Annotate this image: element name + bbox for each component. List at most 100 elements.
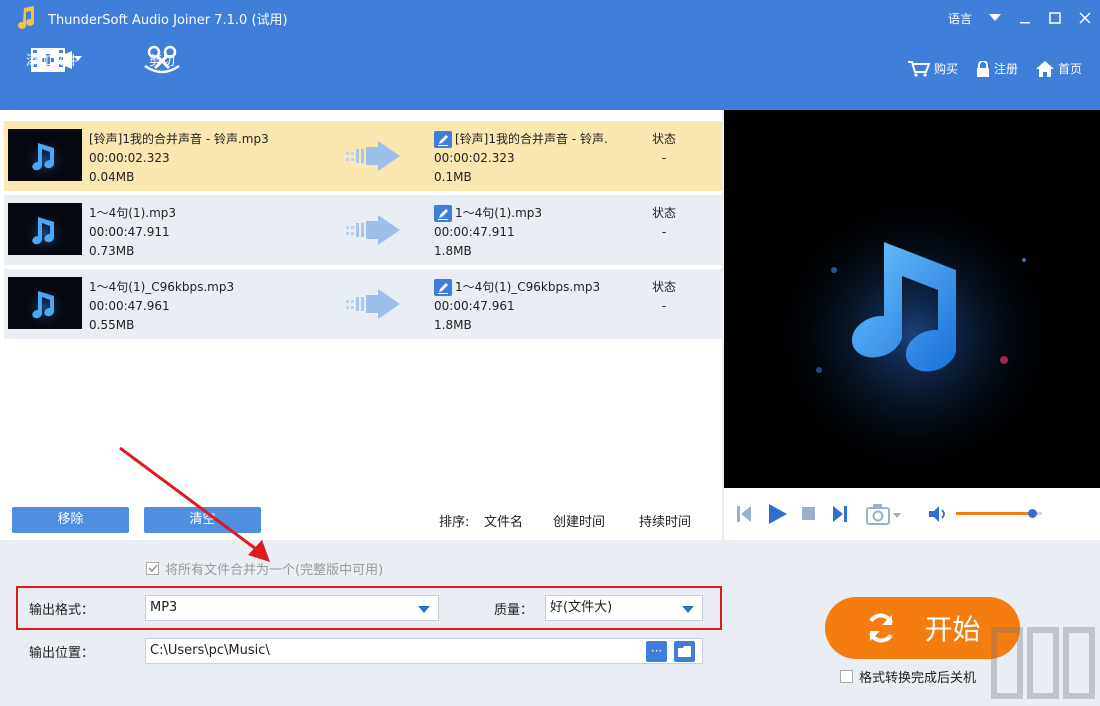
file-thumbnail (8, 129, 82, 181)
maximize-icon[interactable] (1040, 0, 1070, 36)
output-duration: 00:00:02.323 (434, 151, 515, 165)
dropdown-icon[interactable] (980, 0, 1010, 36)
register-link[interactable]: 注册 (976, 60, 1018, 77)
shutdown-checkbox[interactable] (840, 670, 853, 683)
format-select[interactable]: MP3 (145, 595, 439, 621)
output-info: 1～4句(1).mp3 00:00:47.911 1.8MB (434, 204, 542, 261)
title-bar: ThunderSoft Audio Joiner 7.1.0 (试用) 语言 (0, 0, 1100, 36)
home-link[interactable]: 首页 (1035, 60, 1082, 77)
edit-icon[interactable] (434, 205, 452, 222)
music-note-icon (14, 5, 40, 31)
output-info: 1～4句(1)_C96kbps.mp3 00:00:47.961 1.8MB (434, 278, 600, 335)
status-label: 状态 (651, 206, 676, 220)
play-icon[interactable] (768, 503, 788, 525)
convert-arrow-icon (346, 215, 400, 245)
output-name: 1～4句(1)_C96kbps.mp3 (455, 280, 601, 294)
shutdown-option[interactable]: 格式转换完成后关机 (840, 667, 976, 686)
quality-label: 质量： (494, 603, 534, 618)
status: 状态 - (644, 278, 684, 316)
add-file-label: 添加文件 (25, 54, 78, 69)
volume-knob[interactable] (1027, 509, 1037, 518)
format-value: MP3 (150, 600, 178, 615)
source-name: 1～4句(1)_C96kbps.mp3 (89, 280, 235, 294)
status-label: 状态 (651, 132, 676, 146)
start-label: 开始 (924, 613, 981, 646)
next-icon[interactable] (832, 505, 848, 523)
language-menu[interactable]: 语言 (948, 10, 972, 27)
more-icon: ··· (650, 644, 663, 658)
status-value: - (661, 299, 667, 313)
sort-by-duration[interactable]: 持续时间 (639, 511, 691, 530)
cut-button[interactable]: 剪切 (140, 44, 184, 74)
shutdown-label: 格式转换完成后关机 (859, 671, 977, 686)
edit-icon[interactable] (434, 131, 452, 148)
snapshot-camera-icon[interactable] (866, 503, 904, 525)
minimize-icon[interactable] (1010, 0, 1040, 36)
source-info: 1～4句(1)_C96kbps.mp3 00:00:47.961 0.55MB (89, 278, 234, 335)
convert-arrow-icon (346, 289, 400, 319)
location-label: 输出位置： (29, 646, 95, 661)
status-label: 状态 (651, 280, 676, 294)
annotation-arrow-icon (119, 446, 270, 562)
status-value: - (661, 151, 667, 165)
buy-label: 购买 (933, 62, 958, 76)
output-size: 0.1MB (434, 170, 472, 184)
browse-button[interactable]: ··· (646, 641, 667, 662)
source-duration: 00:00:02.323 (89, 151, 170, 165)
open-folder-button[interactable] (674, 641, 695, 662)
source-size: 0.04MB (89, 170, 135, 184)
toolbar: 添加文件 剪切 购买 注册 首页 (0, 36, 1100, 110)
file-thumbnail (8, 203, 82, 255)
lock-icon (976, 60, 989, 77)
source-duration: 00:00:47.961 (89, 299, 170, 313)
folder-icon (677, 645, 691, 657)
edit-icon[interactable] (434, 279, 452, 296)
source-duration: 00:00:47.911 (89, 225, 170, 239)
convert-arrow-icon (346, 141, 400, 171)
output-size: 1.8MB (434, 244, 472, 258)
list-actions-bar: 移除 清空 排序: 文件名 创建时间 持续时间 (0, 500, 722, 540)
location-value: C:\Users\pc\Music\ (150, 643, 270, 658)
chevron-down-icon (418, 606, 430, 613)
close-icon[interactable] (1070, 0, 1100, 36)
volume-icon[interactable] (928, 505, 948, 523)
music-note-thumbnail (8, 203, 82, 255)
location-field[interactable]: C:\Users\pc\Music\ ··· (145, 638, 703, 664)
output-duration: 00:00:47.961 (434, 299, 515, 313)
music-note-thumbnail (8, 129, 82, 181)
preview-panel (724, 110, 1100, 488)
output-duration: 00:00:47.911 (434, 225, 515, 239)
output-name: [铃声]1我的合并声音 - 铃声. (455, 132, 608, 146)
status: 状态 - (644, 204, 684, 242)
music-note-artwork (724, 110, 1100, 488)
watermark-logo (991, 627, 1095, 699)
source-name: [铃声]1我的合并声音 - 铃声.mp3 (89, 132, 269, 146)
sort-by-created[interactable]: 创建时间 (553, 511, 605, 530)
stop-icon[interactable] (802, 507, 816, 521)
source-name: 1～4句(1).mp3 (89, 206, 177, 220)
file-thumbnail (8, 277, 82, 329)
status-value: - (661, 225, 667, 239)
previous-icon[interactable] (736, 505, 752, 523)
sort-by-name[interactable]: 文件名 (484, 511, 523, 530)
output-size: 1.8MB (434, 318, 472, 332)
file-row[interactable]: 1～4句(1)_C96kbps.mp3 00:00:47.961 0.55MB 1～4… (4, 269, 722, 339)
source-size: 0.73MB (89, 244, 135, 258)
output-name: 1～4句(1).mp3 (455, 206, 543, 220)
add-file-button[interactable]: 添加文件 (20, 44, 84, 74)
home-icon (1035, 60, 1054, 77)
file-list: [铃声]1我的合并声音 - 铃声.mp3 00:00:02.323 0.04MB [铃… (0, 110, 722, 500)
volume-slider[interactable] (956, 509, 1042, 518)
buy-link[interactable]: 购买 (907, 60, 958, 77)
file-row[interactable]: [铃声]1我的合并声音 - 铃声.mp3 00:00:02.323 0.04MB [铃… (4, 121, 722, 191)
source-info: 1～4句(1).mp3 00:00:47.911 0.73MB (89, 204, 176, 261)
refresh-icon (869, 613, 894, 643)
music-note-thumbnail (8, 277, 82, 329)
quality-value: 好(文件大) (550, 600, 613, 615)
sort-label: 排序: (439, 515, 470, 530)
chevron-down-icon (682, 606, 694, 613)
format-label: 输出格式： (29, 603, 95, 618)
source-info: [铃声]1我的合并声音 - 铃声.mp3 00:00:02.323 0.04MB (89, 130, 269, 187)
quality-select[interactable]: 好(文件大) (545, 595, 703, 621)
file-row[interactable]: 1～4句(1).mp3 00:00:47.911 0.73MB 1～4句(1).mp3… (4, 195, 722, 265)
